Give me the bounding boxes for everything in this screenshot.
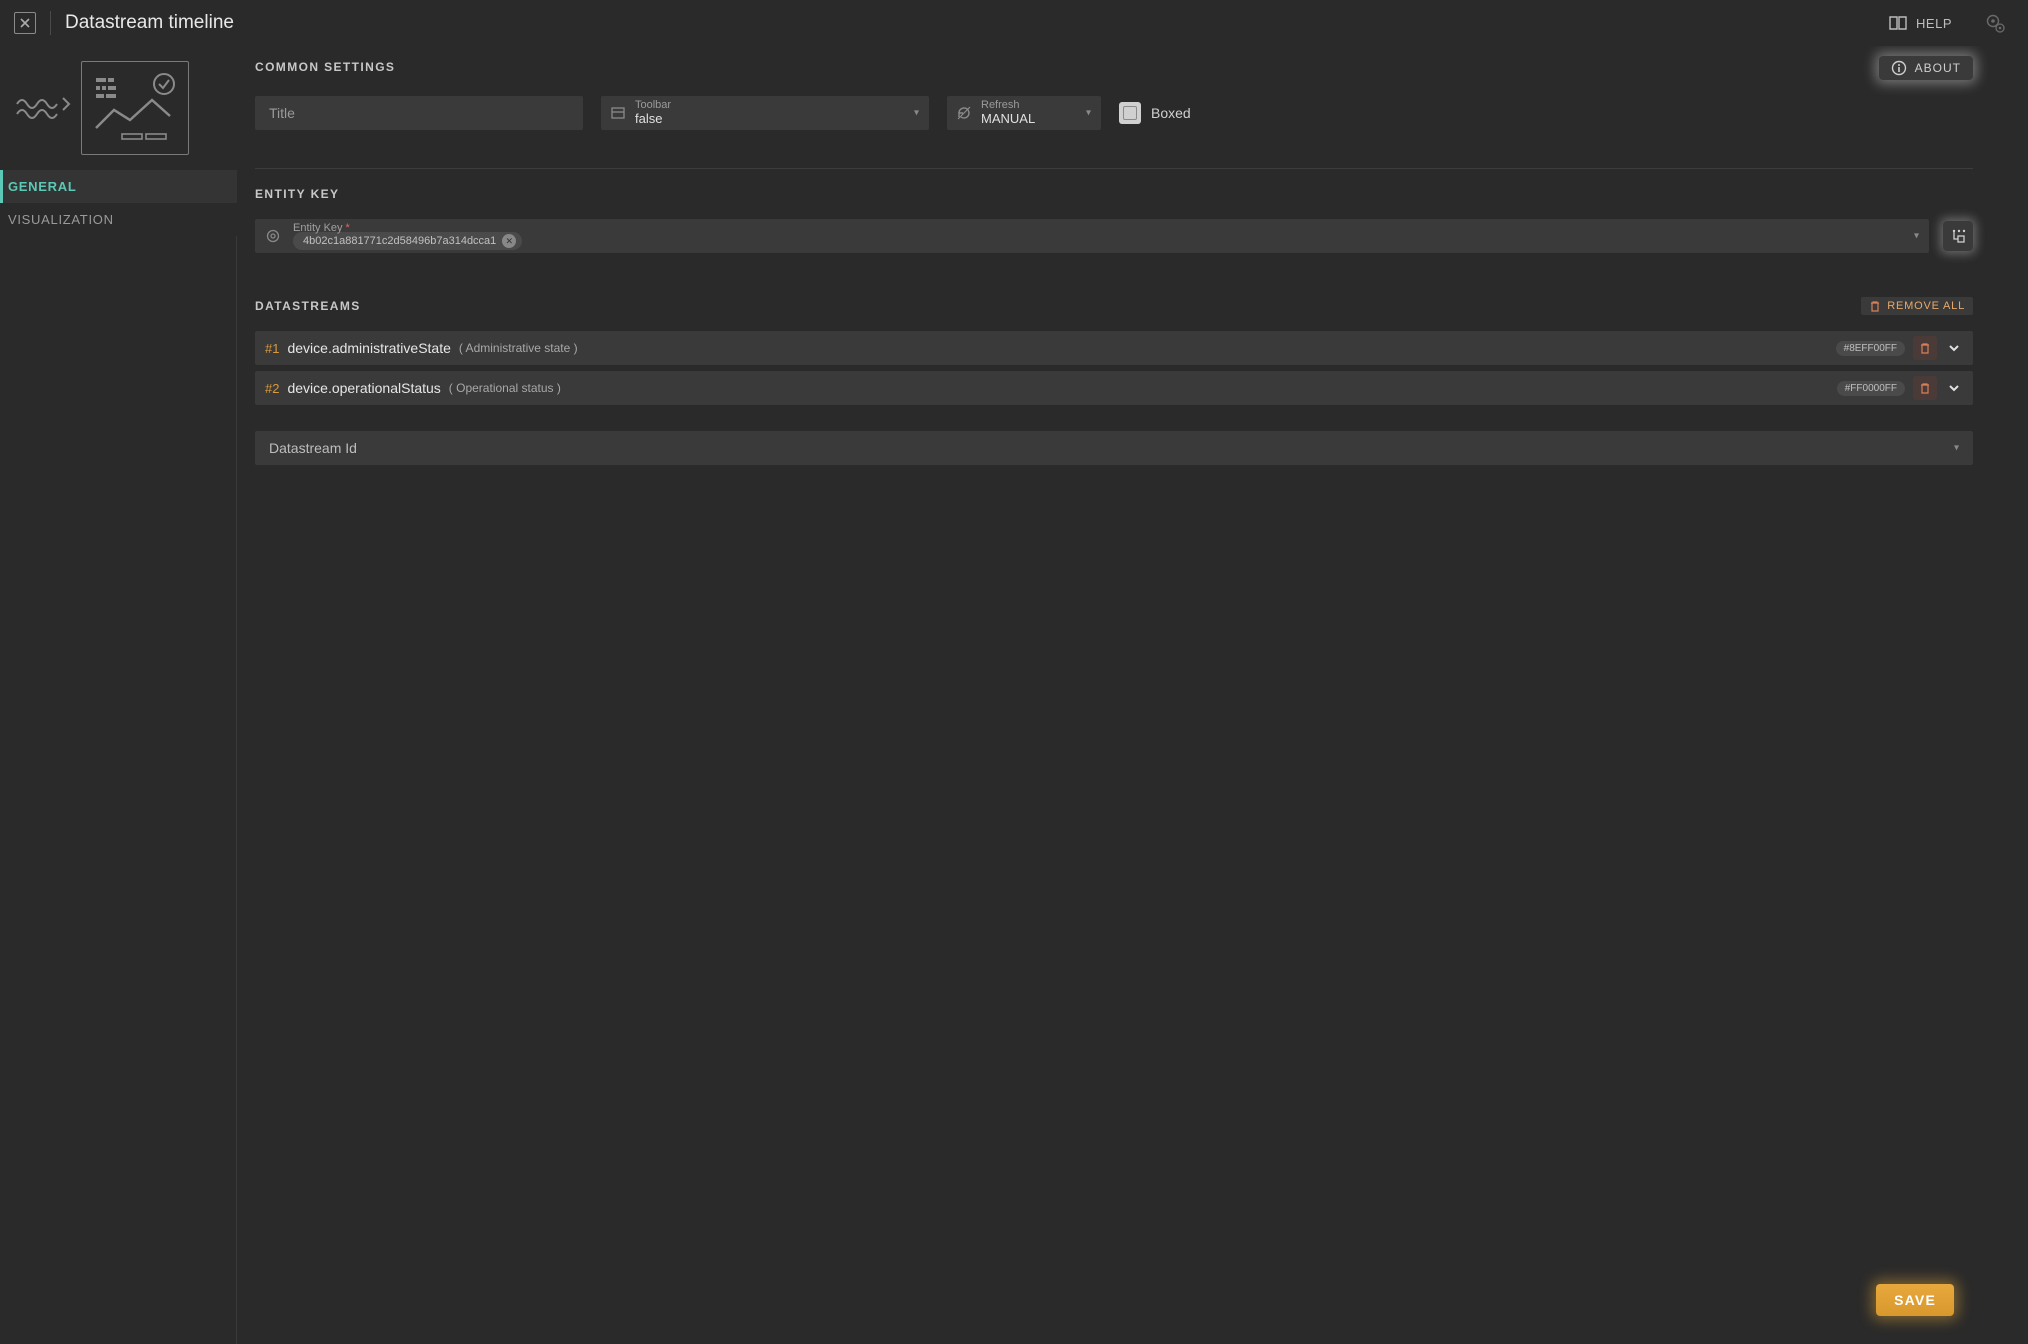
close-icon — [20, 18, 30, 28]
sidebar-fill — [0, 236, 237, 1344]
refresh-select[interactable]: Refresh MANUAL ▾ — [947, 96, 1101, 130]
trash-icon — [1919, 342, 1931, 354]
header-divider — [50, 11, 51, 35]
datastream-expand[interactable] — [1945, 381, 1963, 395]
datastream-id-select[interactable]: Datastream Id ▾ — [255, 431, 1973, 465]
datastream-name: device.operationalStatus — [287, 380, 440, 396]
datastream-id-placeholder: Datastream Id — [269, 440, 357, 456]
boxed-label: Boxed — [1151, 105, 1191, 121]
checkbox-box-icon — [1123, 106, 1137, 120]
title-field[interactable] — [255, 96, 583, 130]
entity-row: Entity Key* 4b02c1a881771c2d58496b7a314d… — [255, 219, 1973, 253]
tab-visualization[interactable]: VISUALIZATION — [0, 203, 237, 236]
entity-key-chip: 4b02c1a881771c2d58496b7a314dcca1 ✕ — [293, 232, 522, 250]
refresh-value: MANUAL — [981, 112, 1075, 127]
info-icon — [1891, 60, 1907, 76]
tab-general[interactable]: GENERAL — [0, 170, 237, 203]
datastream-desc: ( Administrative state ) — [459, 341, 578, 355]
toolbar-select[interactable]: Toolbar false ▾ — [601, 96, 929, 130]
chevron-down-icon — [1947, 381, 1961, 395]
datastream-desc: ( Operational status ) — [449, 381, 561, 395]
about-button[interactable]: ABOUT — [1879, 56, 1973, 80]
section-entity-key: ENTITY KEY — [255, 187, 1973, 201]
refresh-label: Refresh — [981, 99, 1075, 112]
tab-general-label: GENERAL — [8, 179, 76, 194]
about-label: ABOUT — [1915, 61, 1961, 75]
trash-icon — [1919, 382, 1931, 394]
datastream-color-chip[interactable]: #FF0000FF — [1837, 381, 1905, 396]
boxed-checkbox[interactable] — [1119, 102, 1141, 124]
left-column: GENERAL VISUALIZATION — [0, 46, 237, 1344]
datastreams-header: DATASTREAMS REMOVE ALL — [255, 297, 1973, 315]
common-settings-row: Toolbar false ▾ Refresh MANUAL ▾ — [255, 96, 1973, 130]
datastream-row: #2 device.operationalStatus ( Operationa… — [255, 371, 1973, 405]
settings-button[interactable] — [1984, 12, 2006, 34]
save-label: SAVE — [1894, 1292, 1936, 1308]
widget-preview — [0, 46, 237, 170]
chevron-down-icon — [1947, 341, 1961, 355]
layout-icon — [610, 105, 626, 121]
tab-visualization-label: VISUALIZATION — [8, 212, 114, 227]
sidebar-tabs: GENERAL VISUALIZATION — [0, 170, 237, 236]
save-button[interactable]: SAVE — [1876, 1284, 1954, 1316]
toolbar-value: false — [635, 112, 903, 127]
section-common-settings: COMMON SETTINGS — [255, 60, 1973, 74]
entity-key-label: Entity Key* — [293, 222, 350, 234]
datastream-delete[interactable] — [1913, 336, 1937, 360]
tree-icon — [1950, 228, 1966, 244]
toolbar-icon — [601, 105, 635, 121]
datastream-color-chip[interactable]: #8EFF00FF — [1836, 341, 1905, 356]
entity-key-value: 4b02c1a881771c2d58496b7a314dcca1 — [303, 235, 496, 247]
datastream-index: #2 — [265, 381, 279, 396]
boxed-group: Boxed — [1119, 102, 1191, 124]
divider — [255, 168, 1973, 169]
header-right: HELP — [1882, 11, 2014, 35]
toolbar-label: Toolbar — [635, 99, 903, 112]
datastream-list: #1 device.administrativeState ( Administ… — [255, 331, 1973, 405]
remove-all-button[interactable]: REMOVE ALL — [1861, 297, 1973, 315]
book-icon — [1888, 15, 1908, 31]
wave-arrow-icon — [15, 96, 71, 120]
target-icon — [265, 228, 281, 244]
refresh-icon-wrap — [947, 105, 981, 121]
header-bar: Datastream timeline HELP — [0, 0, 2028, 46]
datastream-delete[interactable] — [1913, 376, 1937, 400]
remove-all-label: REMOVE ALL — [1887, 300, 1965, 312]
refresh-icon — [956, 105, 972, 121]
datastream-expand[interactable] — [1945, 341, 1963, 355]
help-button[interactable]: HELP — [1882, 11, 1958, 35]
chevron-down-icon: ▾ — [1914, 231, 1919, 242]
datastream-name: device.administrativeState — [287, 340, 450, 356]
gear-icon — [1984, 12, 2006, 34]
datastream-index: #1 — [265, 341, 279, 356]
title-input[interactable] — [255, 105, 583, 121]
chevron-down-icon: ▾ — [1954, 443, 1959, 454]
content: ABOUT COMMON SETTINGS Toolbar false ▾ — [237, 46, 2028, 1344]
help-label: HELP — [1916, 16, 1952, 31]
chip-remove[interactable]: ✕ — [502, 234, 516, 248]
section-datastreams: DATASTREAMS — [255, 299, 361, 313]
widget-card-icon — [81, 61, 189, 155]
trash-icon — [1869, 300, 1881, 312]
entity-key-field[interactable]: Entity Key* 4b02c1a881771c2d58496b7a314d… — [255, 219, 1929, 253]
datastream-row: #1 device.administrativeState ( Administ… — [255, 331, 1973, 365]
close-button[interactable] — [14, 12, 36, 34]
entity-picker-button[interactable] — [1943, 221, 1973, 251]
page-title: Datastream timeline — [65, 12, 234, 34]
